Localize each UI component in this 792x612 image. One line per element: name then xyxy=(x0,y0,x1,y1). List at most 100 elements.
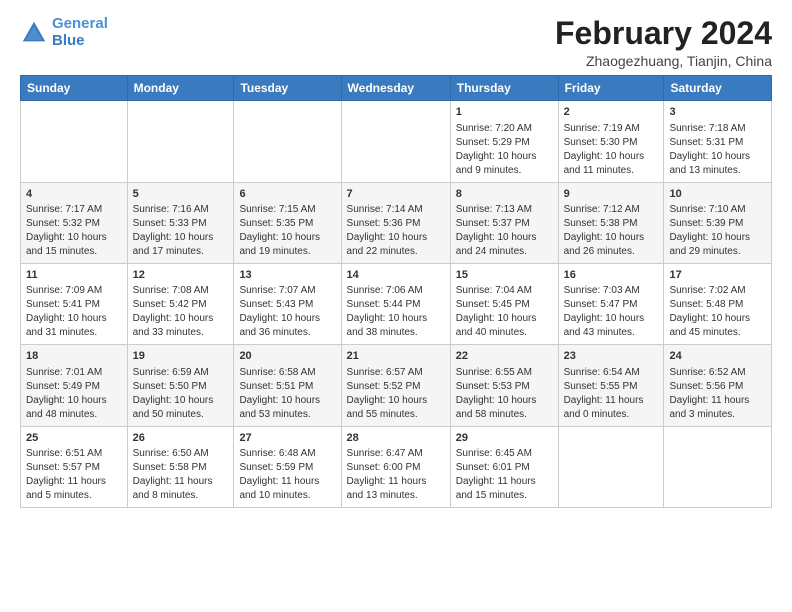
day-number: 4 xyxy=(26,187,122,202)
calendar-cell xyxy=(558,426,664,507)
header-row: SundayMondayTuesdayWednesdayThursdayFrid… xyxy=(21,76,772,101)
title-block: February 2024 Zhaogezhuang, Tianjin, Chi… xyxy=(555,16,772,69)
day-info: Sunrise: 6:57 AM xyxy=(347,366,445,380)
day-number: 3 xyxy=(669,105,766,120)
day-info: and 33 minutes. xyxy=(133,326,229,340)
day-info: Sunset: 5:35 PM xyxy=(239,217,335,231)
day-info: and 53 minutes. xyxy=(239,408,335,422)
weekday-header: Saturday xyxy=(664,76,772,101)
day-info: Daylight: 10 hours xyxy=(564,150,659,164)
day-info: Sunrise: 6:59 AM xyxy=(133,366,229,380)
weekday-header: Friday xyxy=(558,76,664,101)
day-number: 12 xyxy=(133,268,229,283)
day-info: Sunrise: 7:15 AM xyxy=(239,203,335,217)
calendar-cell: 15Sunrise: 7:04 AMSunset: 5:45 PMDayligh… xyxy=(450,263,558,344)
calendar-cell: 19Sunrise: 6:59 AMSunset: 5:50 PMDayligh… xyxy=(127,345,234,426)
day-info: Sunset: 5:53 PM xyxy=(456,380,553,394)
day-info: Daylight: 10 hours xyxy=(239,231,335,245)
calendar-cell: 24Sunrise: 6:52 AMSunset: 5:56 PMDayligh… xyxy=(664,345,772,426)
day-info: Daylight: 10 hours xyxy=(456,150,553,164)
day-info: Sunrise: 6:48 AM xyxy=(239,447,335,461)
calendar-cell: 25Sunrise: 6:51 AMSunset: 5:57 PMDayligh… xyxy=(21,426,128,507)
day-info: Sunset: 5:51 PM xyxy=(239,380,335,394)
day-info: Sunrise: 7:14 AM xyxy=(347,203,445,217)
logo: General Blue xyxy=(20,16,108,49)
day-info: Sunset: 5:36 PM xyxy=(347,217,445,231)
day-info: Sunset: 5:52 PM xyxy=(347,380,445,394)
calendar-cell: 10Sunrise: 7:10 AMSunset: 5:39 PMDayligh… xyxy=(664,182,772,263)
day-info: Sunset: 5:58 PM xyxy=(133,461,229,475)
calendar-table: SundayMondayTuesdayWednesdayThursdayFrid… xyxy=(20,75,772,508)
day-info: and 38 minutes. xyxy=(347,326,445,340)
day-info: and 36 minutes. xyxy=(239,326,335,340)
day-info: Sunrise: 7:18 AM xyxy=(669,122,766,136)
day-info: Daylight: 10 hours xyxy=(347,312,445,326)
calendar-cell: 11Sunrise: 7:09 AMSunset: 5:41 PMDayligh… xyxy=(21,263,128,344)
day-info: Sunrise: 7:09 AM xyxy=(26,284,122,298)
day-info: Sunrise: 7:13 AM xyxy=(456,203,553,217)
calendar-cell: 21Sunrise: 6:57 AMSunset: 5:52 PMDayligh… xyxy=(341,345,450,426)
day-info: Sunrise: 7:06 AM xyxy=(347,284,445,298)
weekday-header: Thursday xyxy=(450,76,558,101)
day-info: Sunrise: 7:04 AM xyxy=(456,284,553,298)
day-info: Daylight: 11 hours xyxy=(133,475,229,489)
day-info: and 11 minutes. xyxy=(564,164,659,178)
day-number: 7 xyxy=(347,187,445,202)
calendar-cell: 6Sunrise: 7:15 AMSunset: 5:35 PMDaylight… xyxy=(234,182,341,263)
day-number: 2 xyxy=(564,105,659,120)
day-info: Sunset: 5:56 PM xyxy=(669,380,766,394)
day-number: 6 xyxy=(239,187,335,202)
day-info: Sunrise: 6:58 AM xyxy=(239,366,335,380)
day-info: Sunset: 5:55 PM xyxy=(564,380,659,394)
day-number: 26 xyxy=(133,431,229,446)
day-info: Sunset: 5:44 PM xyxy=(347,298,445,312)
day-number: 10 xyxy=(669,187,766,202)
page: General Blue February 2024 Zhaogezhuang,… xyxy=(0,0,792,612)
day-info: Sunset: 5:30 PM xyxy=(564,136,659,150)
day-info: and 3 minutes. xyxy=(669,408,766,422)
calendar-cell: 20Sunrise: 6:58 AMSunset: 5:51 PMDayligh… xyxy=(234,345,341,426)
day-info: and 17 minutes. xyxy=(133,245,229,259)
day-info: Sunrise: 7:01 AM xyxy=(26,366,122,380)
calendar-week-row: 4Sunrise: 7:17 AMSunset: 5:32 PMDaylight… xyxy=(21,182,772,263)
day-info: Sunrise: 7:10 AM xyxy=(669,203,766,217)
calendar-cell: 18Sunrise: 7:01 AMSunset: 5:49 PMDayligh… xyxy=(21,345,128,426)
day-number: 15 xyxy=(456,268,553,283)
calendar-cell: 2Sunrise: 7:19 AMSunset: 5:30 PMDaylight… xyxy=(558,101,664,182)
day-info: and 24 minutes. xyxy=(456,245,553,259)
calendar-cell: 29Sunrise: 6:45 AMSunset: 6:01 PMDayligh… xyxy=(450,426,558,507)
day-info: Sunrise: 7:07 AM xyxy=(239,284,335,298)
weekday-header: Sunday xyxy=(21,76,128,101)
calendar-cell: 22Sunrise: 6:55 AMSunset: 5:53 PMDayligh… xyxy=(450,345,558,426)
day-info: Sunset: 5:48 PM xyxy=(669,298,766,312)
day-info: and 19 minutes. xyxy=(239,245,335,259)
day-number: 17 xyxy=(669,268,766,283)
day-info: Daylight: 10 hours xyxy=(26,231,122,245)
day-number: 29 xyxy=(456,431,553,446)
day-number: 5 xyxy=(133,187,229,202)
day-info: Daylight: 10 hours xyxy=(133,231,229,245)
day-number: 25 xyxy=(26,431,122,446)
calendar-cell: 8Sunrise: 7:13 AMSunset: 5:37 PMDaylight… xyxy=(450,182,558,263)
day-info: Sunset: 5:32 PM xyxy=(26,217,122,231)
day-info: and 9 minutes. xyxy=(456,164,553,178)
weekday-header: Tuesday xyxy=(234,76,341,101)
day-info: Sunrise: 7:02 AM xyxy=(669,284,766,298)
calendar-week-row: 25Sunrise: 6:51 AMSunset: 5:57 PMDayligh… xyxy=(21,426,772,507)
day-info: Sunrise: 7:17 AM xyxy=(26,203,122,217)
day-info: and 22 minutes. xyxy=(347,245,445,259)
day-info: Sunset: 5:49 PM xyxy=(26,380,122,394)
calendar-cell xyxy=(21,101,128,182)
day-info: and 10 minutes. xyxy=(239,489,335,503)
calendar-cell: 13Sunrise: 7:07 AMSunset: 5:43 PMDayligh… xyxy=(234,263,341,344)
day-number: 23 xyxy=(564,349,659,364)
calendar-cell: 14Sunrise: 7:06 AMSunset: 5:44 PMDayligh… xyxy=(341,263,450,344)
day-info: and 55 minutes. xyxy=(347,408,445,422)
day-info: and 40 minutes. xyxy=(456,326,553,340)
day-info: Daylight: 10 hours xyxy=(347,231,445,245)
calendar-cell: 16Sunrise: 7:03 AMSunset: 5:47 PMDayligh… xyxy=(558,263,664,344)
day-number: 20 xyxy=(239,349,335,364)
day-info: and 0 minutes. xyxy=(564,408,659,422)
day-info: Sunrise: 7:08 AM xyxy=(133,284,229,298)
day-info: Sunset: 5:59 PM xyxy=(239,461,335,475)
